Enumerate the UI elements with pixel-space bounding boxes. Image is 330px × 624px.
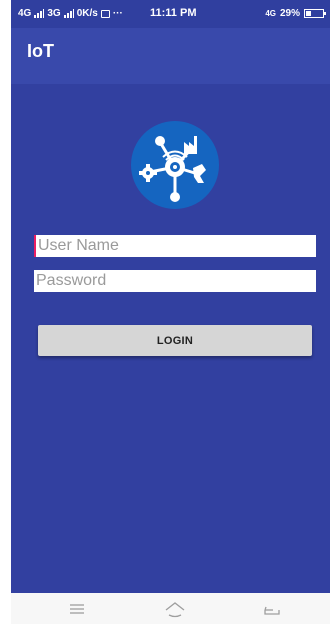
home-icon[interactable] (163, 599, 187, 619)
signal-icon (34, 9, 45, 18)
status-right: 4G 29% (265, 8, 326, 19)
navigation-bar (11, 593, 330, 624)
network-type-right: 4G (265, 9, 276, 18)
menu-icon[interactable] (65, 599, 89, 619)
data-speed: 0K/s (76, 8, 98, 19)
battery-icon (304, 9, 326, 18)
back-icon[interactable] (260, 599, 284, 619)
phone-screen: 4G 3G 0K/s ··· 11:11 PM 4G 29% IoT User … (11, 0, 330, 624)
network-type-1: 4G (18, 8, 32, 19)
status-time: 11:11 PM (150, 7, 197, 19)
login-button[interactable]: LOGIN (38, 325, 312, 356)
password-input[interactable] (34, 270, 316, 292)
app-bar: IoT (11, 28, 330, 84)
signal-icon-2 (63, 9, 74, 18)
status-bar: 4G 3G 0K/s ··· 11:11 PM 4G 29% (11, 0, 330, 28)
message-icon (100, 9, 110, 18)
login-content: LOGIN (11, 84, 330, 593)
battery-percent: 29% (279, 8, 300, 19)
network-type-2: 3G (47, 8, 61, 19)
more-notifications: ··· (112, 8, 123, 19)
username-input[interactable] (34, 235, 316, 257)
app-title: IoT (27, 41, 54, 61)
status-left: 4G 3G 0K/s ··· (18, 8, 123, 19)
iot-network-icon (131, 121, 219, 209)
